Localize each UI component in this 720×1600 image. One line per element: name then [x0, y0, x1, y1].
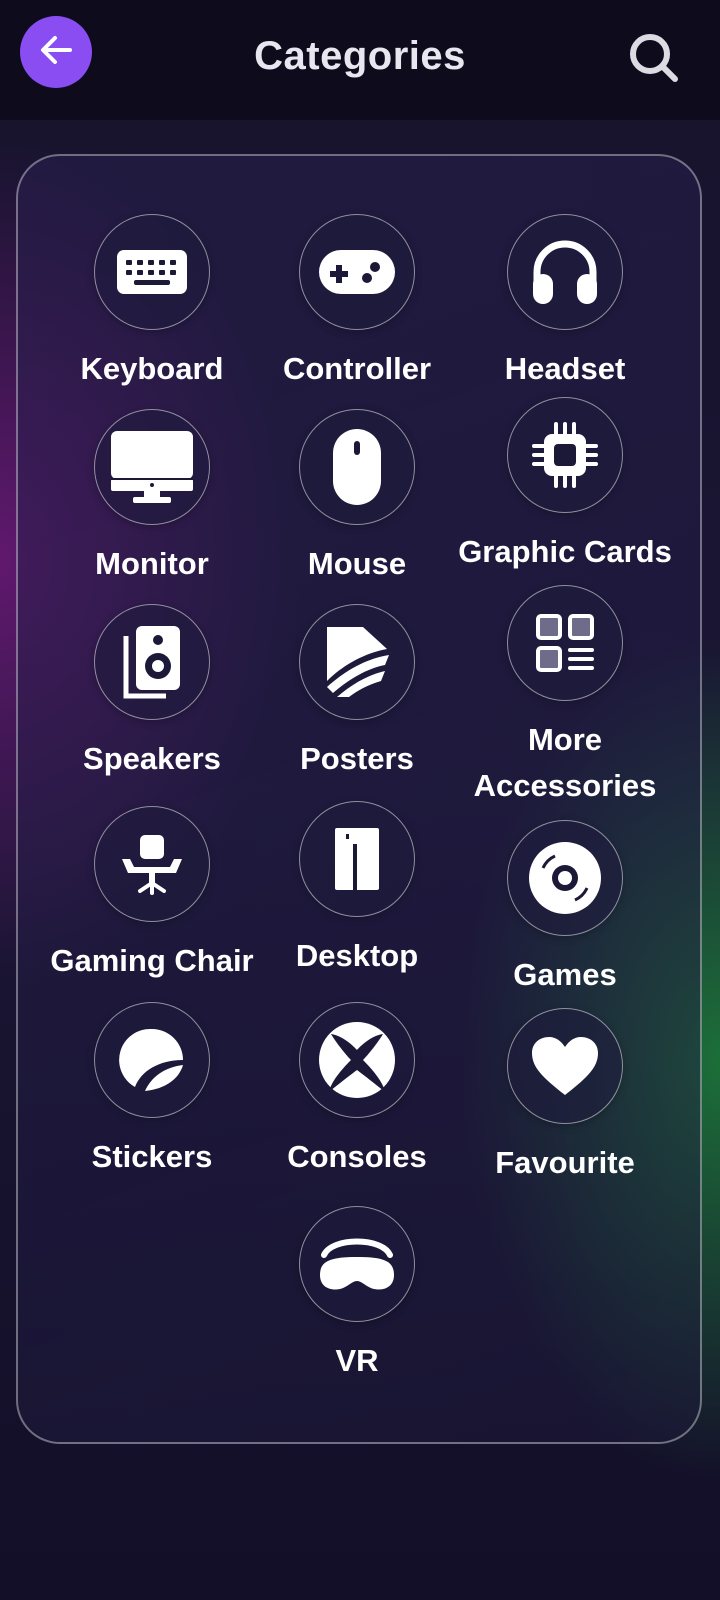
speaker-icon	[120, 622, 184, 702]
category-posters[interactable]: Posters	[237, 604, 477, 782]
category-label: Posters	[300, 741, 414, 776]
category-monitor[interactable]: Monitor	[32, 409, 272, 587]
category-label: Mouse	[307, 546, 407, 581]
category-icon-circle	[94, 214, 210, 330]
chair-icon	[120, 833, 184, 895]
keyboard-icon	[116, 248, 188, 296]
category-label: Stickers	[91, 1139, 213, 1174]
category-stickers[interactable]: Stickers	[32, 1002, 272, 1180]
category-desktop[interactable]: Desktop	[237, 801, 477, 979]
category-label: Desktop	[295, 938, 419, 973]
category-label: Gaming Chair	[50, 943, 254, 978]
category-label: Monitor	[95, 546, 209, 581]
chip-icon	[532, 422, 598, 488]
search-icon	[628, 32, 680, 89]
vr-headset-icon	[316, 1233, 398, 1295]
category-keyboard[interactable]: Keyboard	[32, 214, 272, 392]
sticker-icon	[119, 1027, 185, 1093]
category-icon-circle	[507, 585, 623, 701]
category-icon-circle	[507, 214, 623, 330]
grid-icon	[535, 613, 595, 673]
category-label: More Accessories	[473, 722, 657, 803]
category-label: Headset	[504, 351, 626, 386]
category-games[interactable]: Games	[445, 820, 685, 998]
heart-icon	[530, 1035, 600, 1097]
category-controller[interactable]: Controller	[237, 214, 477, 392]
category-label: Keyboard	[80, 351, 224, 386]
app-header: Categories	[0, 0, 720, 120]
category-speakers[interactable]: Speakers	[32, 604, 272, 782]
category-label: Favourite	[495, 1145, 635, 1180]
category-label: Graphic Cards	[458, 534, 672, 569]
gamepad-icon	[317, 247, 397, 297]
monitor-icon	[109, 429, 195, 505]
category-label: Controller	[282, 351, 432, 386]
category-mouse[interactable]: Mouse	[237, 409, 477, 587]
category-more-accessories[interactable]: More Accessories	[445, 585, 685, 809]
posters-icon	[323, 625, 391, 699]
category-icon-circle	[94, 1002, 210, 1118]
category-graphic-cards[interactable]: Graphic Cards	[445, 397, 685, 575]
category-label: Games	[513, 957, 617, 992]
category-vr[interactable]: VR	[237, 1206, 477, 1384]
category-label: VR	[335, 1343, 379, 1378]
xbox-icon	[317, 1020, 397, 1100]
category-icon-circle	[94, 806, 210, 922]
category-headset[interactable]: Headset	[445, 214, 685, 392]
category-gaming-chair[interactable]: Gaming Chair	[32, 806, 272, 984]
category-label: Speakers	[83, 741, 221, 776]
mouse-icon	[331, 427, 383, 507]
search-button[interactable]	[624, 30, 684, 90]
category-icon-circle	[507, 820, 623, 936]
category-icon-circle	[299, 604, 415, 720]
category-icon-circle	[299, 1002, 415, 1118]
category-icon-circle	[299, 214, 415, 330]
category-icon-circle	[94, 604, 210, 720]
category-icon-circle	[507, 397, 623, 513]
category-icon-circle	[507, 1008, 623, 1124]
category-icon-circle	[94, 409, 210, 525]
page-title: Categories	[254, 34, 466, 78]
category-icon-circle	[299, 409, 415, 525]
category-icon-circle	[299, 1206, 415, 1322]
category-icon-circle	[299, 801, 415, 917]
category-favourite[interactable]: Favourite	[445, 1008, 685, 1186]
desktop-tower-icon	[333, 826, 381, 892]
category-label: Consoles	[287, 1139, 427, 1174]
category-consoles[interactable]: Consoles	[237, 1002, 477, 1180]
headphones-icon	[529, 236, 601, 308]
disc-icon	[527, 840, 603, 916]
